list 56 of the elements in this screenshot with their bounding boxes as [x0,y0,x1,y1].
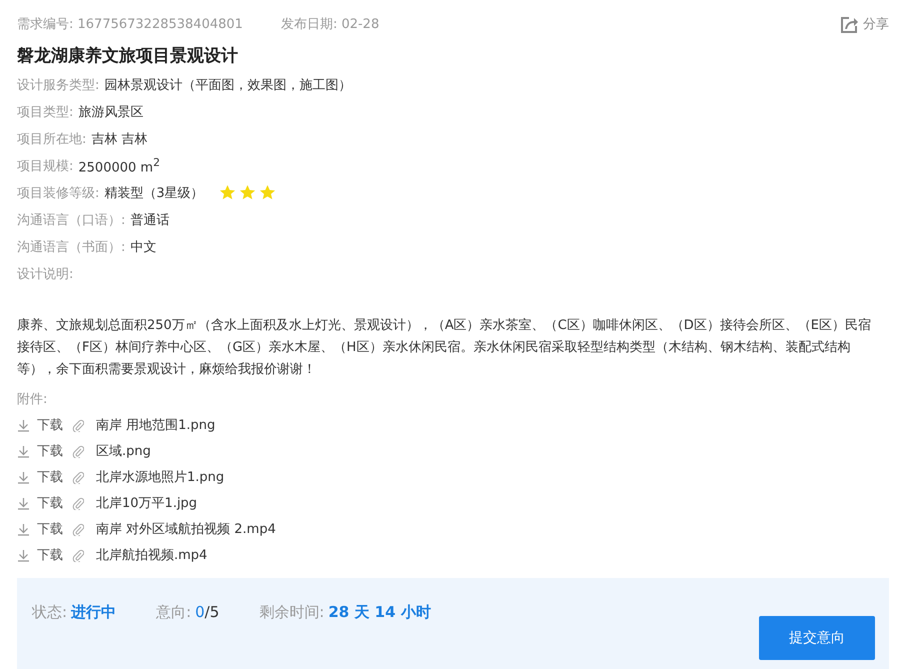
field-label: 项目规模: [17,158,74,174]
download-link[interactable]: 下载 [17,546,63,564]
download-link[interactable]: 下载 [17,520,63,538]
share-link[interactable]: 分享 [839,14,889,34]
paperclip-icon [72,418,84,432]
attachments-label: 附件: [17,390,48,408]
star-icon [258,184,276,201]
download-link[interactable]: 下载 [17,468,63,486]
field-label: 项目类型: [17,104,74,120]
demand-number: 需求编号: 16775673228538404801 [17,16,243,33]
field-value: 园林景观设计（平面图，效果图，施工图） [104,76,352,94]
download-icon [17,548,30,562]
star-icon [238,184,256,201]
attachment-file-link[interactable]: 南岸 对外区域航拍视频 2.mp4 [96,520,276,538]
field-label: 设计服务类型: [17,76,100,94]
field-value: 2500000 m$^{2}$ [78,156,160,176]
download-icon [17,444,30,458]
paperclip-icon [72,444,84,458]
status-value: 进行中 [71,603,116,622]
paperclip-icon [72,470,84,484]
project-title: 磐龙湖康养文旅项目景观设计 [17,45,239,67]
paperclip-icon [72,522,84,536]
field-label: 项目装修等级: [17,184,100,202]
field-value: 中文 [130,238,156,256]
field-label: 项目所在地: [17,130,86,148]
download-link[interactable]: 下载 [17,442,63,460]
field-value: 精装型（3星级） [104,184,204,202]
publish-date: 发布日期: 02-28 [280,16,380,33]
field-value: 普通话 [130,212,170,228]
intent-count: 0/5 [195,603,220,622]
field-label: 沟通语言（口语）: [17,212,126,228]
download-icon [17,470,30,484]
remaining-time-label: 剩余时间: [259,603,324,622]
download-icon [17,418,30,432]
paperclip-icon [72,496,84,510]
status-label: 状态: [32,603,68,622]
attachment-file-link[interactable]: 北岸航拍视频.mp4 [96,546,208,564]
remaining-time-value: 28 天 14 小时 [328,603,431,622]
attachment-file-link[interactable]: 区域.png [96,442,151,460]
download-icon [17,522,30,536]
attachment-file-link[interactable]: 南岸 用地范围1.png [96,416,216,434]
attachment-file-link[interactable]: 北岸10万平1.jpg [96,494,198,512]
field-value: 吉林 吉林 [91,130,148,148]
paperclip-icon [72,548,84,562]
download-link[interactable]: 下载 [17,494,63,512]
share-icon [839,14,859,34]
download-icon [17,496,30,510]
intent-label: 意向: [156,603,192,622]
field-label: 沟通语言（书面）: [17,238,126,256]
field-label: 设计说明: [17,266,74,282]
attachment-file-link[interactable]: 北岸水源地照片1.png [96,468,224,486]
field-value: 旅游风景区 [78,104,144,120]
download-link[interactable]: 下载 [17,416,63,434]
submit-intent-button[interactable]: 提交意向 [759,616,875,660]
design-description: 康养、文旅规划总面积250万㎡（含水上面积及水上灯光、景观设计），（A区）亲水茶室、（C区）咖啡休闲区、（D区）接待会所区、（E区）民宿接待区、（F区）林间疗养中心区、（G区）亲水木屋、（H区）亲水休闲民宿。亲水休闲民宿采取轻型结构类型（木结构、钢木结构、装配式结构等），余下面积需要景观设计，麻烦给我报价谢谢！ [17,317,872,379]
star-icon [218,184,236,201]
